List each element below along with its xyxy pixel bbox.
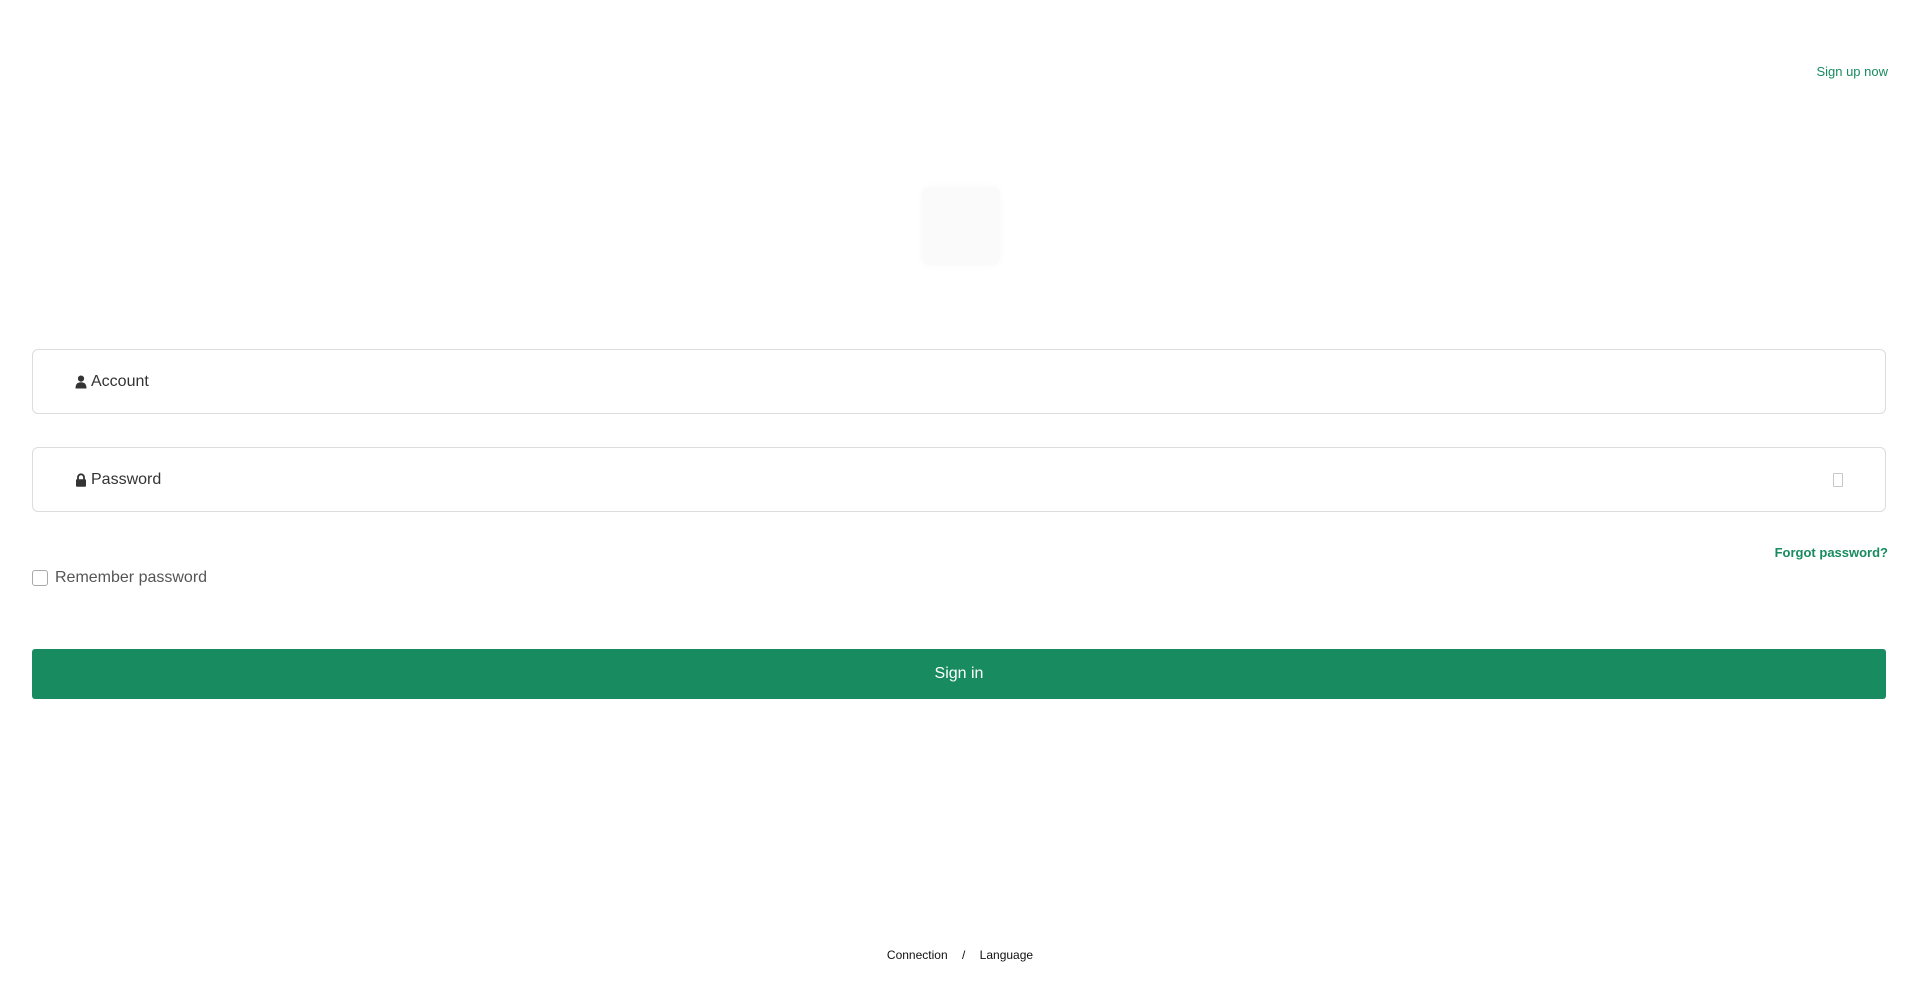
- remember-password[interactable]: Remember password: [32, 569, 207, 587]
- remember-label: Remember password: [55, 569, 208, 586]
- eye-icon[interactable]: [1833, 472, 1843, 487]
- connection-link[interactable]: Connection: [887, 948, 948, 962]
- forgot-password-link[interactable]: Forgot password?: [1775, 545, 1888, 560]
- login-page: Sign up now Forgot password? Remember pa…: [0, 0, 1920, 993]
- remember-checkbox[interactable]: [32, 570, 48, 586]
- app-logo: [922, 187, 1000, 265]
- user-icon: [75, 375, 87, 388]
- lock-icon: [76, 472, 86, 487]
- footer-separator: /: [961, 948, 966, 962]
- account-field[interactable]: [32, 349, 1886, 414]
- password-field[interactable]: [32, 447, 1886, 512]
- password-input[interactable]: [91, 448, 1825, 511]
- language-link[interactable]: Language: [980, 948, 1033, 962]
- account-input[interactable]: [91, 350, 1825, 413]
- sign-in-button[interactable]: Sign in: [32, 649, 1886, 699]
- sign-up-link[interactable]: Sign up now: [1816, 64, 1888, 79]
- footer: Connection / Language: [0, 948, 1920, 962]
